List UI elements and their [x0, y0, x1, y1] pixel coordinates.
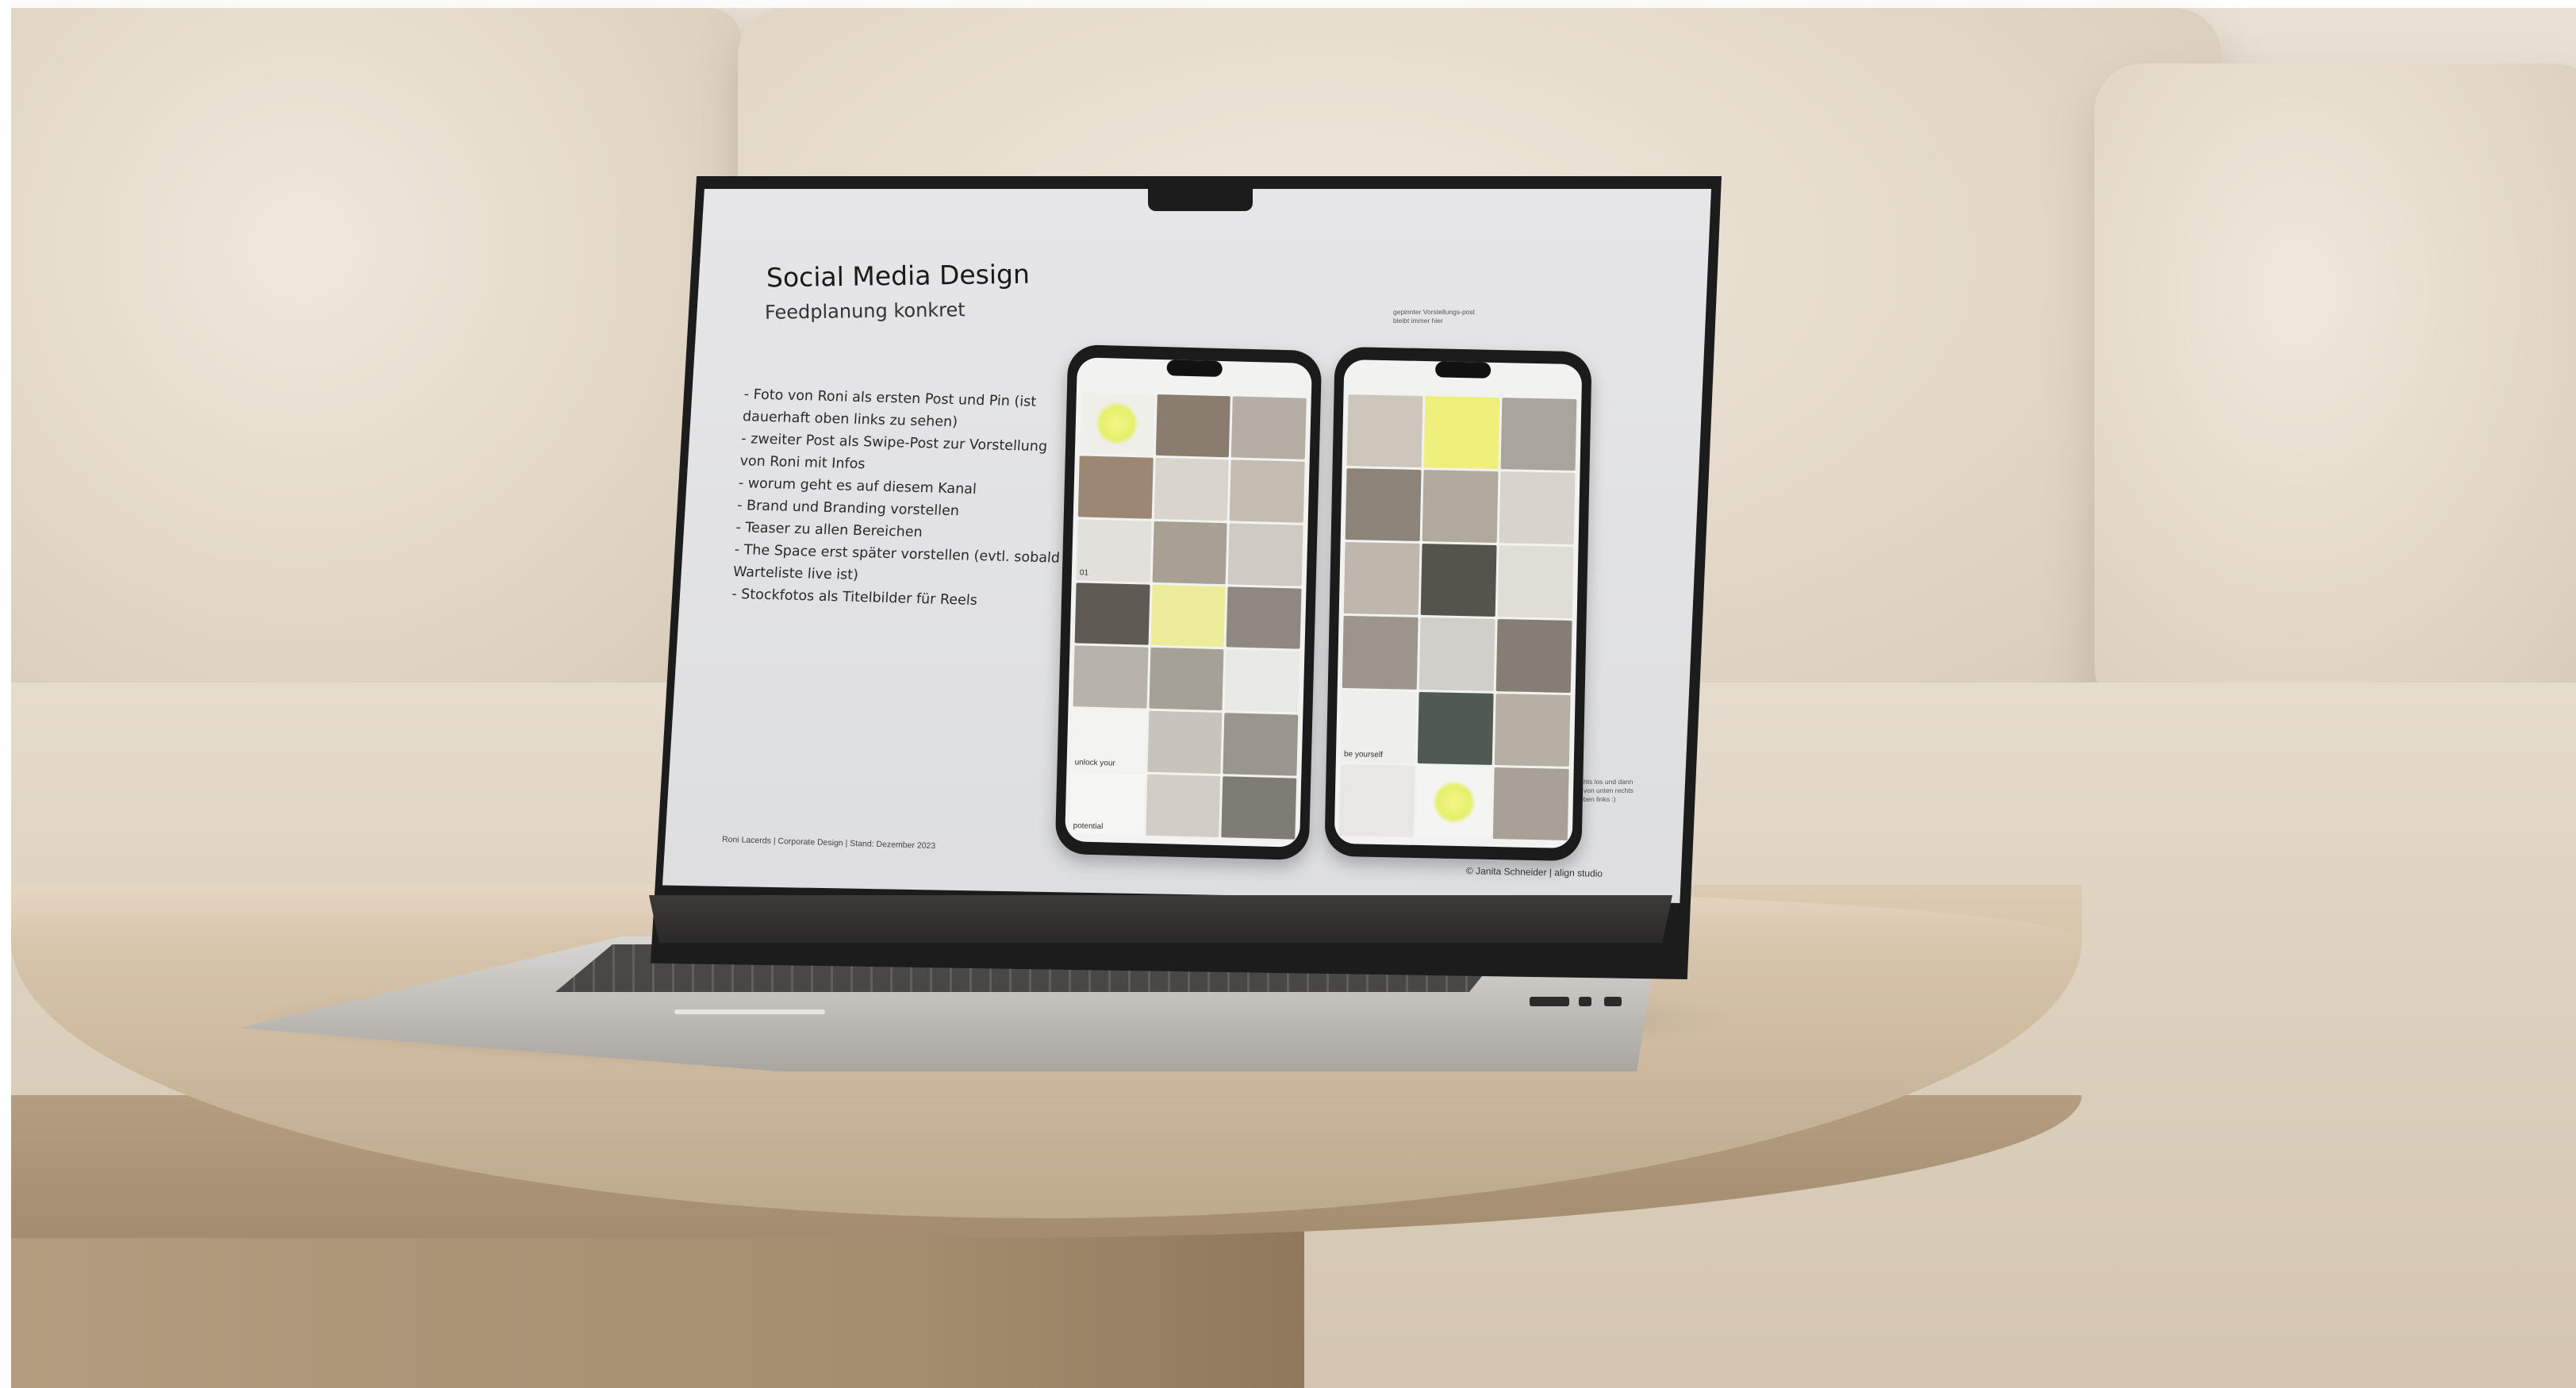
feed-post-tile [1419, 617, 1495, 691]
phone-notch [1166, 359, 1223, 378]
feed-post-tile [1497, 545, 1574, 619]
tile-caption: be yourself [1343, 749, 1384, 759]
cushion-right [2094, 63, 2576, 714]
feed-post-tile [1231, 396, 1307, 459]
feed-post-tile [1147, 711, 1223, 775]
feed-post-tile [1495, 619, 1572, 693]
cushion-left [11, 8, 741, 690]
tile-caption: potential [1073, 821, 1104, 832]
feed-post-tile: potential [1069, 772, 1145, 836]
feed-post-tile [1499, 471, 1576, 545]
product-scene: Social Media Design Feedplanung konkret … [0, 0, 2576, 1388]
feed-post-tile [1077, 456, 1154, 519]
slide-title: Social Media Design [766, 258, 1031, 294]
feed-post-tile [1149, 648, 1224, 711]
tile-caption: 01 [1079, 567, 1089, 578]
feed-post-tile [1155, 394, 1231, 458]
usb-port [1604, 997, 1622, 1006]
feed-post-tile: 01 [1076, 519, 1152, 582]
bullet-list: - Foto von Roni als ersten Post und Pin … [731, 383, 1061, 613]
feed-post-tile [1343, 542, 1420, 616]
feed-post-tile [1345, 468, 1422, 542]
laptop-hinge [649, 895, 1672, 943]
background-edge-left [0, 0, 11, 1388]
feed-grid: 01 unlock your potential [1065, 357, 1312, 848]
note-pinned: gepinnter Vorstellungs-post bleibt immer… [1393, 308, 1476, 325]
phone-notch [1434, 361, 1491, 379]
background-edge [0, 0, 2576, 8]
feed-post-tile [1154, 457, 1230, 521]
feed-post-tile [1492, 767, 1569, 840]
camera-notch [1148, 189, 1253, 211]
feed-post-tile [1226, 586, 1302, 650]
feed-post-tile [1074, 582, 1150, 646]
feed-post-tile [1423, 396, 1500, 470]
feed-post-tile [1494, 693, 1571, 767]
yellow-glow-graphic [1432, 780, 1476, 825]
feed-post-tile [1221, 776, 1297, 840]
feed-post-tile [1073, 645, 1149, 709]
feed-post-tile [1415, 765, 1492, 839]
feed-post-tile [1346, 394, 1423, 468]
feed-post-tile [1145, 774, 1221, 838]
feed-post-tile [1150, 584, 1226, 648]
yellow-glow-graphic [1095, 402, 1139, 446]
feed-post-tile [1417, 691, 1494, 765]
feed-post-tile [1338, 763, 1415, 837]
feed-grid: be yourself [1334, 359, 1583, 849]
laptop-front-lip [674, 1009, 825, 1014]
feed-post-tile: unlock your [1071, 709, 1147, 772]
feed-post-tile: be yourself [1340, 690, 1417, 763]
slide-subtitle: Feedplanung konkret [764, 298, 966, 324]
feed-post-tile [1342, 616, 1419, 690]
feed-post-tile [1223, 713, 1299, 776]
table-leg [11, 1214, 1304, 1388]
usb-port [1530, 997, 1569, 1006]
feed-post-tile [1500, 398, 1577, 471]
feed-post-tile [1227, 523, 1303, 586]
feed-post-tile [1420, 544, 1497, 617]
feed-post-tile [1422, 470, 1499, 544]
usb-port [1579, 997, 1591, 1006]
phone-mockup-right: be yourself [1324, 346, 1592, 862]
tile-caption: unlock your [1074, 758, 1115, 768]
feed-post-tile [1230, 459, 1305, 523]
phone-mockup-left: 01 unlock your potential [1054, 344, 1323, 861]
feed-post-tile [1079, 392, 1155, 456]
feed-post-tile [1152, 521, 1227, 584]
feed-post-tile [1224, 649, 1300, 713]
